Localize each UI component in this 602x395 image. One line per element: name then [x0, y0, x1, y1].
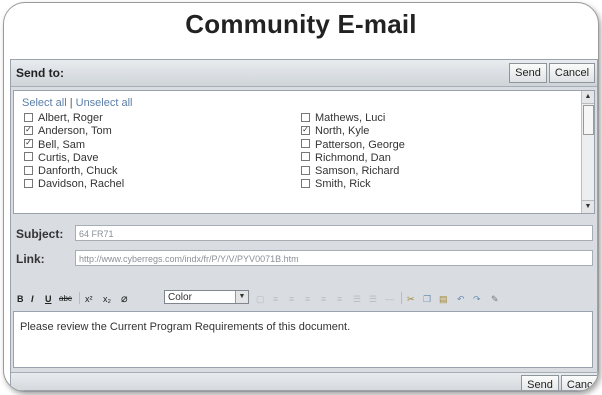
recipient-item[interactable]: Richmond, Dan	[301, 152, 405, 165]
recipient-checkbox[interactable]	[301, 112, 310, 122]
recipient-checkbox[interactable]: ✓	[24, 139, 33, 149]
page-title: Community E-mail	[185, 9, 417, 39]
recipient-name: Mathews, Luci	[315, 112, 386, 124]
scroll-down-icon[interactable]: ▼	[582, 200, 594, 213]
toolbar-divider	[401, 292, 402, 304]
bottom-bar: Send Cancel	[11, 372, 597, 390]
recipient-name: Curtis, Dave	[38, 151, 99, 164]
cut-icon[interactable]: ✂	[407, 292, 415, 306]
recipient-name: Davidson, Rachel	[38, 178, 125, 191]
undo-icon[interactable]: ↶	[457, 292, 465, 306]
recipient-checkbox[interactable]: ✓	[301, 125, 310, 135]
align-center-icon[interactable]: ≡	[321, 292, 326, 306]
color-select-value: Color	[168, 292, 192, 303]
cancel-button[interactable]: Cancel	[549, 63, 595, 83]
recipient-name: Samson, Richard	[315, 165, 400, 178]
recipient-column-right: Mathews, Luci ✓ North, Kyle Patterson, Geor…	[301, 112, 405, 192]
recipient-name: Anderson, Tom	[38, 125, 112, 138]
subject-input[interactable]: 64 FR71	[75, 225, 593, 241]
recipient-checkbox[interactable]	[24, 152, 33, 162]
link-label: Link:	[16, 252, 45, 266]
link-input[interactable]: http://www.cyberregs.com/indx/fr/P/Y/V/P…	[75, 250, 593, 266]
recipient-item[interactable]: Smith, Rick	[301, 178, 405, 191]
superscript-button[interactable]: x²	[85, 292, 93, 306]
bold-button[interactable]: B	[17, 292, 24, 306]
recipient-item[interactable]: Danforth, Chuck	[24, 165, 124, 178]
recipient-name: Patterson, George	[315, 138, 405, 151]
copy-icon[interactable]: ❐	[423, 292, 431, 306]
unselect-all-link[interactable]: Unselect all	[76, 97, 133, 109]
subject-row: Subject: 64 FR71	[11, 223, 597, 245]
bottom-cancel-button[interactable]: Cancel	[561, 375, 597, 390]
format-toolbar: B I U abc x² x₂ ⌀ Color ▼ ▢ ≡ ≡ ≡ ≡ ≡ ☰ …	[13, 289, 593, 309]
recipient-checkbox[interactable]	[301, 139, 310, 149]
page-frame: Community E-mail Send to: Send Cancel Se…	[3, 2, 599, 392]
recipient-column-left: Albert, Roger ✓ Anderson, Tom ✓ Bell, Sam Cur…	[24, 112, 124, 192]
recipient-item[interactable]: Samson, Richard	[301, 165, 405, 178]
recipient-item[interactable]: Mathews, Luci	[301, 112, 405, 125]
subscript-button[interactable]: x₂	[103, 292, 111, 306]
bottom-send-button[interactable]: Send	[521, 375, 559, 390]
recipient-item[interactable]: ✓ Bell, Sam	[24, 139, 124, 152]
table-icon[interactable]: ▢	[256, 292, 265, 306]
list-icon[interactable]: ☰	[353, 292, 361, 306]
recipient-item[interactable]: Albert, Roger	[24, 112, 124, 125]
link-separator: |	[69, 97, 73, 109]
indent-icon[interactable]: ≡	[273, 292, 278, 306]
recipient-item[interactable]: ✓ Anderson, Tom	[24, 125, 124, 138]
recipient-checkbox[interactable]	[24, 165, 33, 175]
send-to-label: Send to:	[16, 66, 64, 80]
recipient-checkbox[interactable]	[301, 152, 310, 162]
link-row: Link: http://www.cyberregs.com/indx/fr/P…	[11, 248, 597, 270]
align-right-icon[interactable]: ≡	[337, 292, 342, 306]
scroll-thumb[interactable]	[583, 105, 594, 135]
send-to-bar: Send to: Send Cancel	[11, 60, 597, 87]
message-text: Please review the Current Program Requir…	[20, 321, 351, 333]
recipient-checkbox[interactable]	[301, 165, 310, 175]
color-select[interactable]: Color ▼	[164, 290, 249, 304]
recipient-item[interactable]: Curtis, Dave	[24, 152, 124, 165]
recipient-checkbox[interactable]	[24, 179, 33, 189]
recipient-name: Albert, Roger	[38, 112, 103, 124]
recipient-name: Richmond, Dan	[315, 151, 391, 164]
scroll-up-icon[interactable]: ▲	[582, 91, 594, 104]
recipient-list: Select all | Unselect all Albert, Roger ✓…	[13, 90, 595, 214]
numbered-list-icon[interactable]: ☰	[369, 292, 377, 306]
recipient-scrollbar[interactable]: ▲ ▼	[581, 91, 594, 213]
select-all-link[interactable]: Select all	[22, 97, 67, 109]
subject-label: Subject:	[16, 227, 64, 241]
recipient-item[interactable]: ✓ North, Kyle	[301, 125, 405, 138]
send-button[interactable]: Send	[509, 63, 547, 83]
paste-icon[interactable]: ▤	[439, 292, 448, 306]
underline-button[interactable]: U	[45, 292, 52, 306]
outdent-icon[interactable]: ≡	[289, 292, 294, 306]
message-body[interactable]: Please review the Current Program Requir…	[13, 311, 593, 368]
recipient-name: Bell, Sam	[38, 138, 86, 151]
recipient-item[interactable]: Davidson, Rachel	[24, 178, 124, 191]
selection-links: Select all | Unselect all	[22, 97, 132, 109]
spellcheck-icon[interactable]: ✎	[491, 292, 499, 306]
align-left-icon[interactable]: ≡	[305, 292, 310, 306]
recipient-checkbox[interactable]	[301, 179, 310, 189]
toolbar-divider	[79, 292, 80, 304]
recipient-name: Danforth, Chuck	[38, 165, 118, 178]
italic-button[interactable]: I	[31, 292, 34, 306]
chevron-down-icon: ▼	[235, 291, 248, 303]
email-window: Send to: Send Cancel Select all | Unsele…	[10, 59, 598, 391]
recipient-name: Smith, Rick	[315, 178, 371, 191]
redo-icon[interactable]: ↷	[473, 292, 481, 306]
hr-icon[interactable]: —	[385, 292, 394, 306]
recipient-name: North, Kyle	[315, 125, 370, 138]
strikethrough-button[interactable]: abc	[59, 292, 72, 306]
recipient-item[interactable]: Patterson, George	[301, 139, 405, 152]
recipient-checkbox[interactable]	[24, 112, 33, 122]
recipient-checkbox[interactable]: ✓	[24, 125, 33, 135]
eraser-icon[interactable]: ⌀	[121, 292, 128, 306]
